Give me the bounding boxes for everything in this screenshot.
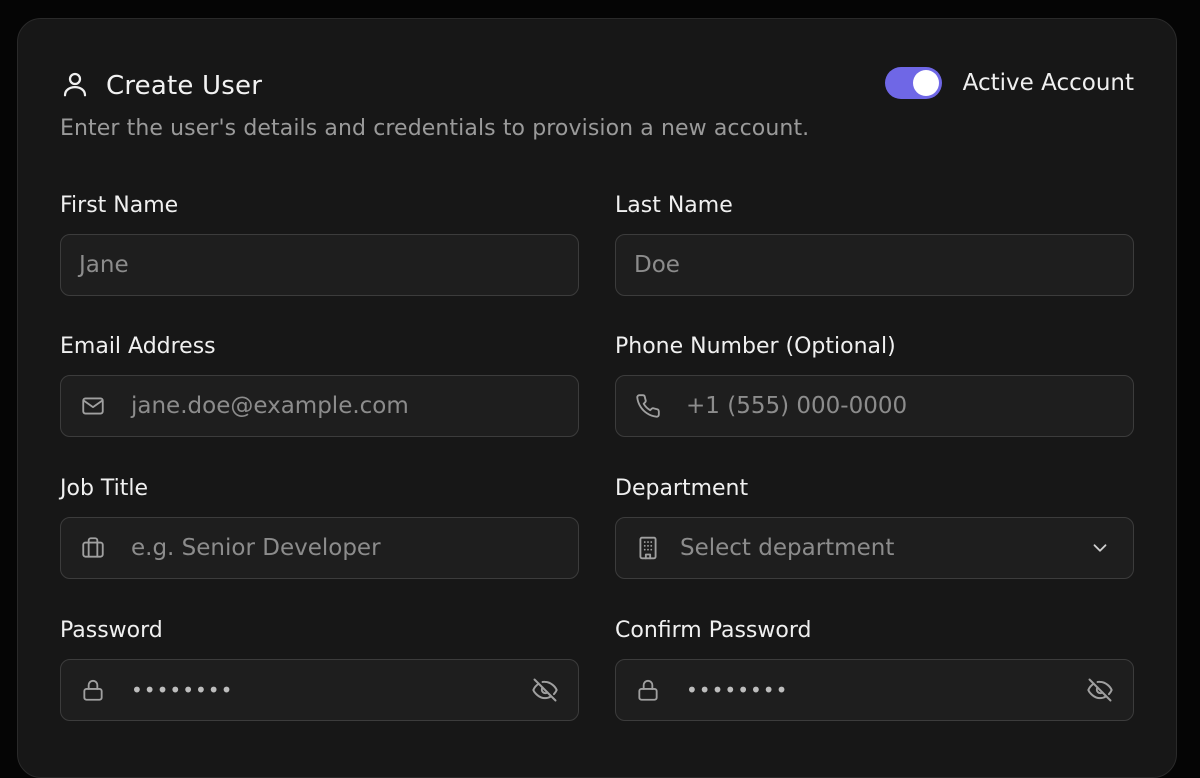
email-label: Email Address — [60, 334, 216, 359]
password-field: Password •••••••• — [60, 616, 579, 721]
email-placeholder: jane.doe@example.com — [131, 393, 409, 419]
user-icon — [60, 69, 90, 103]
confirm-password-value: •••••••• — [686, 678, 789, 702]
job-title-placeholder: e.g. Senior Developer — [131, 535, 381, 561]
department-select[interactable]: Select department — [615, 517, 1134, 579]
department-label: Department — [615, 476, 749, 501]
title-group: Create User — [60, 69, 262, 103]
mail-icon — [79, 392, 107, 420]
confirm-password-field: Confirm Password •••••••• — [615, 616, 1134, 721]
department-field: Department Select department — [615, 474, 1134, 579]
last-name-field: Last Name Doe — [615, 191, 1134, 296]
confirm-password-input[interactable]: •••••••• — [615, 659, 1134, 721]
lock-icon — [634, 676, 662, 704]
email-input[interactable]: jane.doe@example.com — [60, 375, 579, 437]
job-title-field: Job Title e.g. Senior Developer — [60, 474, 579, 579]
first-name-label: First Name — [60, 193, 179, 218]
active-account-toggle-group: Active Account — [884, 67, 1134, 99]
phone-label: Phone Number (Optional) — [615, 334, 896, 359]
active-account-toggle[interactable] — [884, 67, 942, 99]
phone-icon — [634, 392, 662, 420]
first-name-field: First Name Jane — [60, 191, 579, 296]
phone-input[interactable]: +1 (555) 000-0000 — [615, 375, 1134, 437]
last-name-placeholder: Doe — [634, 252, 680, 278]
job-title-input[interactable]: e.g. Senior Developer — [60, 517, 579, 579]
page-title: Create User — [106, 71, 263, 101]
last-name-input[interactable]: Doe — [615, 234, 1134, 296]
building-icon — [634, 534, 662, 562]
password-value: •••••••• — [131, 678, 234, 702]
chevron-down-icon[interactable] — [1085, 533, 1115, 563]
email-field: Email Address jane.doe@example.com — [60, 332, 579, 437]
eye-off-icon[interactable] — [1085, 675, 1115, 705]
toggle-knob — [912, 70, 939, 96]
first-name-placeholder: Jane — [79, 252, 129, 278]
active-account-label: Active Account — [962, 70, 1134, 96]
eye-off-icon[interactable] — [530, 675, 560, 705]
last-name-label: Last Name — [615, 193, 733, 218]
phone-field: Phone Number (Optional) +1 (555) 000-000… — [615, 332, 1134, 437]
password-label: Password — [60, 618, 163, 643]
phone-placeholder: +1 (555) 000-0000 — [686, 393, 908, 419]
first-name-input[interactable]: Jane — [60, 234, 579, 296]
password-input[interactable]: •••••••• — [60, 659, 579, 721]
job-title-label: Job Title — [60, 476, 149, 501]
department-placeholder: Select department — [680, 535, 895, 561]
lock-icon — [79, 676, 107, 704]
confirm-password-label: Confirm Password — [615, 618, 812, 643]
page-subtitle: Enter the user's details and credentials… — [60, 116, 810, 141]
card-header: Create User Active Account — [60, 65, 1134, 105]
briefcase-icon — [79, 534, 107, 562]
create-user-card: Create User Active Account Enter the use… — [17, 18, 1177, 778]
